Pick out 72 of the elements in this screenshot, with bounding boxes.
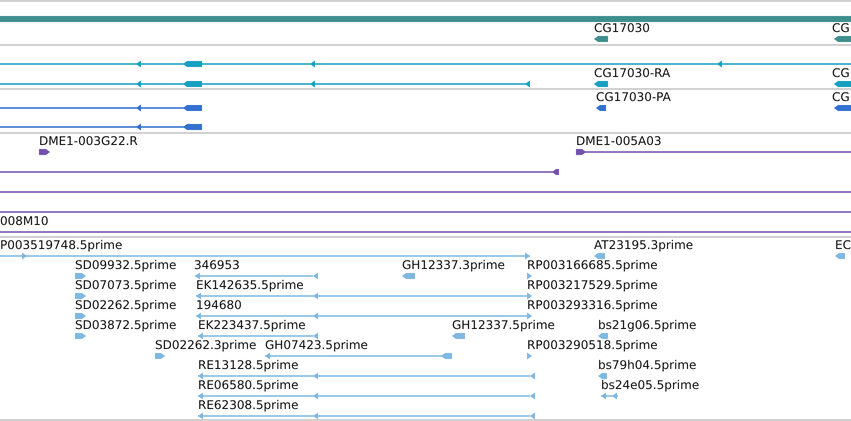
est-glyph[interactable]: [75, 333, 86, 339]
feature-label: RE62308.5prime: [198, 398, 298, 412]
est-glyph[interactable]: [402, 273, 415, 279]
clone-glyph[interactable]: [39, 149, 50, 155]
feature-label: GH07423.5prime: [265, 338, 368, 352]
est-glyph[interactable]: [196, 292, 530, 300]
feature-label: EK223437.5prime: [198, 318, 306, 332]
feature-label: RE06580.5prime: [198, 378, 298, 392]
feature-label: bs21g06.5prime: [598, 318, 696, 332]
est-glyph[interactable]: [265, 352, 452, 360]
feature-label: CG17030: [594, 21, 650, 35]
est-glyph[interactable]: [527, 292, 532, 300]
protein-glyph[interactable]: [596, 105, 606, 111]
est-glyph[interactable]: [75, 293, 86, 299]
est-glyph[interactable]: [75, 273, 86, 279]
feature-label: bs24e05.5prime: [601, 378, 700, 392]
feature-label: SD09932.5prime: [75, 258, 176, 272]
feature-label: AT23195.3prime: [594, 238, 694, 252]
feature-label: SD03872.5prime: [75, 318, 176, 332]
feature-label: CG: [832, 21, 850, 35]
est-glyph[interactable]: [196, 312, 530, 320]
protein-glyph[interactable]: [0, 104, 202, 112]
feature-label: SD02262.3prime: [155, 338, 256, 352]
est-glyph[interactable]: [527, 352, 532, 360]
protein-glyph[interactable]: [0, 124, 202, 130]
gene-glyph[interactable]: [594, 36, 608, 42]
est-glyph[interactable]: [601, 392, 618, 400]
transcript-glyph[interactable]: [594, 81, 608, 87]
feature-label: CG: [832, 66, 850, 80]
clone-glyph[interactable]: [0, 169, 559, 175]
est-glyph[interactable]: [452, 333, 465, 339]
est-glyph[interactable]: [598, 333, 608, 339]
feature-label: CG17030-RA: [594, 66, 670, 80]
feature-label: SD02262.5prime: [75, 298, 176, 312]
est-glyph[interactable]: [75, 313, 86, 319]
est-glyph[interactable]: [198, 372, 535, 380]
est-glyph[interactable]: [198, 392, 535, 400]
feature-label: EK142635.5prime: [196, 278, 304, 292]
feature-label: CG17030-PA: [596, 90, 671, 104]
feature-label: RP003166685.5prime: [527, 258, 658, 272]
feature-label: RP003217529.5prime: [527, 278, 658, 292]
feature-label: RE13128.5prime: [198, 358, 298, 372]
est-glyph[interactable]: [0, 252, 530, 260]
feature-label: bs79h04.5prime: [598, 358, 696, 372]
feature-label: 346953: [194, 258, 240, 272]
protein-glyph[interactable]: [834, 105, 851, 111]
est-glyph[interactable]: [527, 272, 532, 280]
feature-label: DME1-005A03: [576, 134, 662, 148]
est-glyph[interactable]: [198, 332, 318, 340]
feature-label: SD07073.5prime: [75, 278, 176, 292]
feature-label: 194680: [196, 298, 242, 312]
est-glyph[interactable]: [198, 412, 535, 420]
transcript-glyph[interactable]: [0, 80, 530, 88]
feature-label: CG: [832, 90, 850, 104]
feature-label: 008M10: [0, 214, 49, 228]
feature-label: GH12337.3prime: [402, 258, 505, 272]
est-glyph[interactable]: [598, 373, 607, 379]
feature-label: RP003290518.5prime: [527, 338, 658, 352]
feature-label: DME1-003G22.R: [39, 134, 138, 148]
feature-label: P003519748.5prime: [0, 238, 122, 252]
est-glyph[interactable]: [594, 253, 605, 259]
transcript-glyph[interactable]: [834, 81, 851, 87]
feature-label: EC: [835, 238, 851, 252]
est-glyph[interactable]: [527, 312, 532, 320]
gene-glyph[interactable]: [834, 36, 851, 42]
est-glyph[interactable]: [155, 353, 165, 359]
transcript-glyph[interactable]: [0, 60, 851, 68]
est-glyph[interactable]: [835, 253, 845, 259]
clone-glyph[interactable]: [576, 149, 851, 155]
est-glyph[interactable]: [195, 272, 318, 280]
feature-label: RP003293316.5prime: [527, 298, 658, 312]
feature-label: GH12337.5prime: [452, 318, 555, 332]
